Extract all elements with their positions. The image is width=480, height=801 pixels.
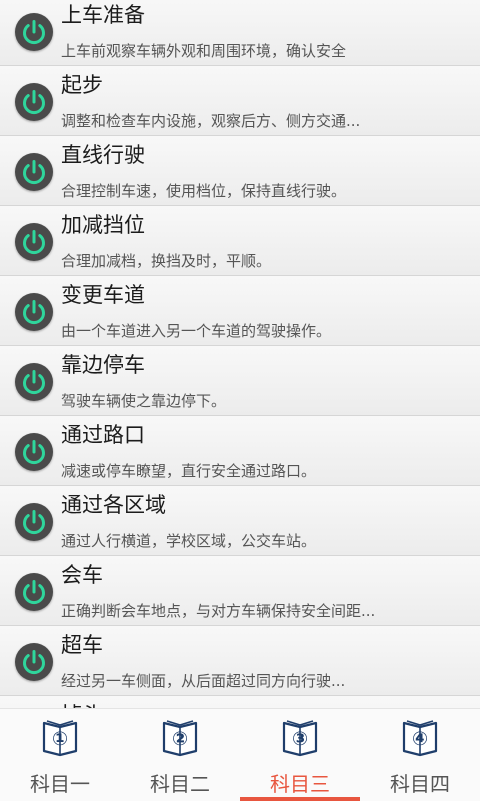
tab-number: ② xyxy=(171,728,189,750)
lesson-description: 合理加减档，换挡及时，平顺。 xyxy=(61,252,272,270)
tab-subject-4[interactable]: ④ 科目四 xyxy=(360,709,480,801)
lesson-title: 起步 xyxy=(61,73,103,97)
lesson-item[interactable]: 会车正确判断会车地点，与对方车辆保持安全间距... xyxy=(0,556,480,626)
lesson-item[interactable]: 直线行驶合理控制车速，使用档位，保持直线行驶。 xyxy=(0,136,480,206)
tab-label: 科目四 xyxy=(390,772,450,796)
power-icon xyxy=(15,363,53,401)
lesson-description: 驾驶车辆使之靠边停下。 xyxy=(61,392,227,410)
power-icon xyxy=(15,223,53,261)
tab-subject-2[interactable]: ② 科目二 xyxy=(120,709,240,801)
lesson-description: 通过人行横道，学校区域，公交车站。 xyxy=(61,532,317,550)
book-icon: ④ xyxy=(401,717,439,757)
lesson-item[interactable]: 通过路口减速或停车瞭望，直行安全通过路口。 xyxy=(0,416,480,486)
tab-subject-3[interactable]: ③ 科目三 xyxy=(240,709,360,801)
power-icon xyxy=(15,433,53,471)
power-icon xyxy=(15,643,53,681)
lesson-title: 通过各区域 xyxy=(61,493,166,517)
lesson-item[interactable]: 靠边停车驾驶车辆使之靠边停下。 xyxy=(0,346,480,416)
power-icon xyxy=(15,83,53,121)
lesson-description: 调整和检查车内设施，观察后方、侧方交通... xyxy=(61,112,361,130)
lesson-description: 减速或停车瞭望，直行安全通过路口。 xyxy=(61,462,317,480)
lesson-title: 加减挡位 xyxy=(61,213,145,237)
power-icon xyxy=(15,573,53,611)
lesson-title: 直线行驶 xyxy=(61,143,145,167)
book-icon: ③ xyxy=(281,717,319,757)
tab-number: ③ xyxy=(291,728,309,750)
lesson-description: 经过另一车侧面，从后面超过同方向行驶... xyxy=(61,672,346,690)
tab-subject-1[interactable]: ① 科目一 xyxy=(0,709,120,801)
lesson-item[interactable]: 变更车道由一个车道进入另一个车道的驾驶操作。 xyxy=(0,276,480,346)
lesson-title: 会车 xyxy=(61,563,103,587)
lesson-item[interactable]: 掉头 xyxy=(0,696,480,708)
lesson-description: 由一个车道进入另一个车道的驾驶操作。 xyxy=(61,322,332,340)
book-icon: ② xyxy=(161,717,199,757)
lesson-description: 正确判断会车地点，与对方车辆保持安全间距... xyxy=(61,602,376,620)
lesson-item[interactable]: 起步调整和检查车内设施，观察后方、侧方交通... xyxy=(0,66,480,136)
tab-label: 科目二 xyxy=(150,772,210,796)
tab-number: ④ xyxy=(411,728,429,750)
tab-label: 科目一 xyxy=(30,772,90,796)
power-icon xyxy=(15,153,53,191)
power-icon xyxy=(15,503,53,541)
lesson-title: 靠边停车 xyxy=(61,353,145,377)
lesson-list[interactable]: 上车准备上车前观察车辆外观和周围环境，确认安全起步调整和检查车内设施，观察后方、… xyxy=(0,0,480,708)
lesson-item[interactable]: 加减挡位合理加减档，换挡及时，平顺。 xyxy=(0,206,480,276)
lesson-title: 超车 xyxy=(61,633,103,657)
lesson-item[interactable]: 上车准备上车前观察车辆外观和周围环境，确认安全 xyxy=(0,0,480,66)
tab-number: ① xyxy=(51,728,69,750)
lesson-item[interactable]: 通过各区域通过人行横道，学校区域，公交车站。 xyxy=(0,486,480,556)
book-icon: ① xyxy=(41,717,79,757)
lesson-item[interactable]: 超车经过另一车侧面，从后面超过同方向行驶... xyxy=(0,626,480,696)
lesson-title: 掉头 xyxy=(61,699,103,708)
power-icon xyxy=(15,13,53,51)
lesson-description: 合理控制车速，使用档位，保持直线行驶。 xyxy=(61,182,347,200)
power-icon xyxy=(15,293,53,331)
lesson-description: 上车前观察车辆外观和周围环境，确认安全 xyxy=(61,42,347,60)
tab-label: 科目三 xyxy=(270,772,330,796)
lesson-title: 上车准备 xyxy=(61,3,145,27)
lesson-title: 通过路口 xyxy=(61,423,145,447)
lesson-title: 变更车道 xyxy=(61,283,145,307)
bottom-tab-bar: ① 科目一 ② 科目二 ③ 科目三 ④ 科目四 xyxy=(0,708,480,801)
